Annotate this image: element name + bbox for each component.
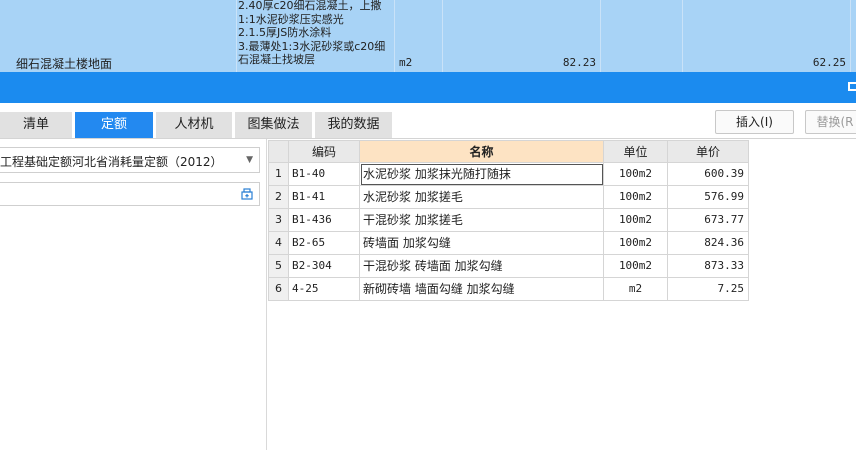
name-column-header[interactable]: 名称 (360, 140, 604, 163)
quota-unit-cell[interactable]: 100m2 (604, 255, 668, 278)
bill-name: 细石混凝土楼地面 (16, 57, 113, 71)
quota-search-input[interactable] (0, 182, 260, 206)
panel-divider[interactable] (266, 139, 267, 450)
replace-button[interactable]: 替换(R (805, 110, 856, 134)
unit-column-header[interactable]: 单位 (604, 140, 668, 163)
row-number[interactable]: 6 (268, 278, 289, 301)
tab-bill[interactable]: 清单 (0, 112, 72, 138)
bill-unit: m2 (399, 56, 413, 69)
column-divider (236, 0, 237, 72)
quota-code-cell[interactable]: B1-41 (289, 186, 360, 209)
quota-unit-cell[interactable]: 100m2 (604, 186, 668, 209)
tab-quota[interactable]: 定额 (75, 112, 153, 138)
tab-labor-material-machine[interactable]: 人材机 (156, 112, 232, 138)
quota-price-cell[interactable]: 7.25 (668, 278, 749, 301)
quota-price-cell[interactable]: 824.36 (668, 232, 749, 255)
quota-unit-cell[interactable]: 100m2 (604, 209, 668, 232)
price-column-header[interactable]: 单价 (668, 140, 749, 163)
row-number[interactable]: 4 (268, 232, 289, 255)
code-column-header[interactable]: 编码 (289, 140, 360, 163)
quota-library-value: 工程基础定额河北省消耗量定额（2012） (0, 155, 223, 169)
quota-unit-cell[interactable]: 100m2 (604, 163, 668, 186)
quota-name-cell[interactable]: 水泥砂浆 加浆搓毛 (360, 186, 604, 209)
quota-library-select[interactable]: 工程基础定额河北省消耗量定额（2012） ▼ (0, 147, 260, 173)
tab-atlas-practice[interactable]: 图集做法 (235, 112, 312, 138)
bill-description-line: 3.最薄处1:3水泥砂浆或c20细 (238, 39, 386, 53)
quota-price-cell[interactable]: 873.33 (668, 255, 749, 278)
quota-price-cell[interactable]: 576.99 (668, 186, 749, 209)
quota-name-cell[interactable]: 水泥砂浆 加浆抹光随打随抹 (360, 163, 604, 186)
bill-description-line: 1:1水泥砂浆压实感光 (238, 12, 344, 26)
quota-code-cell[interactable]: B2-304 (289, 255, 360, 278)
quota-name-cell[interactable]: 干混砂浆 加浆搓毛 (360, 209, 604, 232)
panel-splitter-bar[interactable] (0, 72, 856, 103)
quota-name-cell[interactable]: 砖墙面 加浆勾缝 (360, 232, 604, 255)
bill-price: 62.25 (812, 56, 846, 69)
bill-description-line: 石混凝土找坡层 (238, 53, 315, 67)
quota-unit-cell[interactable]: 100m2 (604, 232, 668, 255)
row-number-header (268, 140, 289, 163)
quota-code-cell[interactable]: B1-40 (289, 163, 360, 186)
selected-bill-row[interactable]: 2.40厚c20细石混凝土，上撒 1:1水泥砂浆压实感光 2.1.5厚JS防水涂… (0, 0, 856, 72)
quota-code-cell[interactable]: B2-65 (289, 232, 360, 255)
search-filter-icon[interactable] (241, 188, 253, 203)
bill-description-line: 2.40厚c20细石混凝土，上撒 (238, 0, 382, 12)
quota-name-cell[interactable]: 干混砂浆 砖墙面 加浆勾缝 (360, 255, 604, 278)
tab-my-data[interactable]: 我的数据 (315, 112, 392, 138)
column-divider (442, 0, 443, 72)
column-divider (682, 0, 683, 72)
bill-description: 2.40厚c20细石混凝土，上撒 1:1水泥砂浆压实感光 2.1.5厚JS防水涂… (238, 0, 398, 67)
chevron-down-icon: ▼ (246, 155, 253, 165)
quota-unit-cell[interactable]: m2 (604, 278, 668, 301)
row-number[interactable]: 3 (268, 209, 289, 232)
column-divider (600, 0, 601, 72)
quota-price-cell[interactable]: 673.77 (668, 209, 749, 232)
quota-code-cell[interactable]: 4-25 (289, 278, 360, 301)
bill-quantity: 82.23 (562, 56, 596, 69)
insert-button[interactable]: 插入(I) (715, 110, 794, 134)
quota-code-cell[interactable]: B1-436 (289, 209, 360, 232)
row-number[interactable]: 2 (268, 186, 289, 209)
column-divider (850, 0, 851, 72)
restore-icon[interactable] (848, 82, 856, 91)
quota-name-cell[interactable]: 新砌砖墙 墙面勾缝 加浆勾缝 (360, 278, 604, 301)
quota-price-cell[interactable]: 600.39 (668, 163, 749, 186)
row-number[interactable]: 5 (268, 255, 289, 278)
bill-description-line: 2.1.5厚JS防水涂料 (238, 26, 332, 40)
row-number[interactable]: 1 (268, 163, 289, 186)
